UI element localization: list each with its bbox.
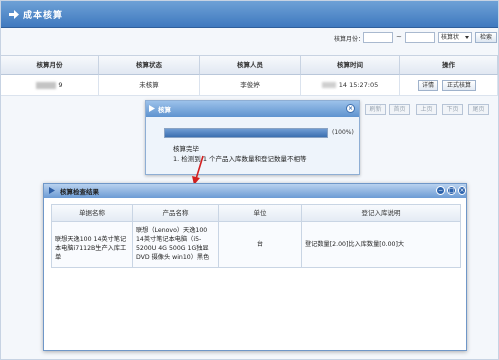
status-select-value: 核算状 (441, 34, 460, 41)
arrow-right-icon (9, 10, 19, 19)
col-header-actions: 操作 (400, 55, 498, 75)
filter-bar: 核算月份： ~ 核算状 检索 (0, 30, 499, 46)
result-cell-note: 登记数量[2.00]比入库数量[0.00]大 (302, 222, 461, 268)
col-header-operator: 核算人员 (200, 55, 301, 75)
result-cell-unit: 台 (219, 222, 302, 268)
close-icon[interactable]: × (346, 104, 355, 113)
maximize-icon[interactable]: □ (447, 186, 456, 195)
cell-status: 未核算 (99, 75, 200, 96)
result-dialog-header: 核算检查结果 − □ × (44, 184, 466, 198)
calc-dialog: 核算 × (100%) 核算完毕 1. 检测到 1 个产品入库数量和登记数量不相… (145, 100, 360, 175)
result-col-doc: 单据名称 (51, 204, 133, 222)
month-end-input[interactable] (405, 32, 435, 43)
progress-bar-fill (165, 129, 327, 137)
prev-page-button[interactable]: 上页 (416, 104, 437, 115)
next-page-button[interactable]: 下页 (442, 104, 463, 115)
month-filter-label: 核算月份： (334, 36, 365, 43)
calc-dialog-header: 核算 × (146, 101, 359, 117)
page-header: 成本核算 (1, 1, 498, 28)
progress-percent: (100%) (332, 129, 354, 136)
cell-month: 9 (1, 75, 99, 96)
result-dialog-title: 核算检查结果 (60, 188, 99, 196)
cell-operator: 李俊婷 (200, 75, 301, 96)
red-arrow-annotation (192, 155, 204, 185)
arrow-right-icon (49, 187, 55, 194)
col-header-status: 核算状态 (99, 55, 200, 75)
result-col-unit: 单位 (219, 204, 302, 222)
page-title: 成本核算 (23, 11, 64, 21)
refresh-button[interactable]: 刷新 (365, 104, 386, 115)
calc-done-text: 核算完毕 (173, 145, 199, 153)
month-start-input[interactable] (363, 32, 393, 43)
range-separator: ~ (396, 33, 402, 41)
close-icon[interactable]: × (458, 186, 466, 195)
col-header-time: 核算时间 (301, 55, 400, 75)
col-header-month: 核算月份 (1, 55, 99, 75)
calc-dialog-title: 核算 (158, 106, 171, 114)
chevron-down-icon (465, 36, 469, 39)
status-select[interactable]: 核算状 (438, 32, 472, 43)
arrow-right-icon (149, 105, 155, 112)
result-cell-product: 联想（Lenovo）天逸100 14英寸笔记本电脑（i5-5200U 4G 50… (133, 222, 219, 268)
result-dialog: 核算检查结果 − □ × 单据名称 产品名称 单位 登记入库说明 联想天逸100… (43, 183, 467, 351)
progress-bar (164, 128, 328, 138)
detail-button[interactable]: 详情 (418, 80, 438, 91)
redacted-block (321, 82, 336, 88)
redacted-block (36, 81, 57, 89)
result-cell-doc: 联想天逸100 14英寸笔记本电脑i7112B生产入库工单 (51, 222, 133, 268)
result-col-product: 产品名称 (133, 204, 219, 222)
last-page-button[interactable]: 尾页 (468, 104, 489, 115)
result-col-note: 登记入库说明 (302, 204, 461, 222)
search-button[interactable]: 检索 (475, 32, 497, 43)
first-page-button[interactable]: 首页 (389, 104, 410, 115)
cell-actions: 详情 正式核算 (400, 75, 498, 96)
minimize-icon[interactable]: − (436, 186, 445, 195)
formal-calc-button[interactable]: 正式核算 (442, 80, 476, 91)
cell-time: 14 15:27:05 (301, 75, 400, 96)
